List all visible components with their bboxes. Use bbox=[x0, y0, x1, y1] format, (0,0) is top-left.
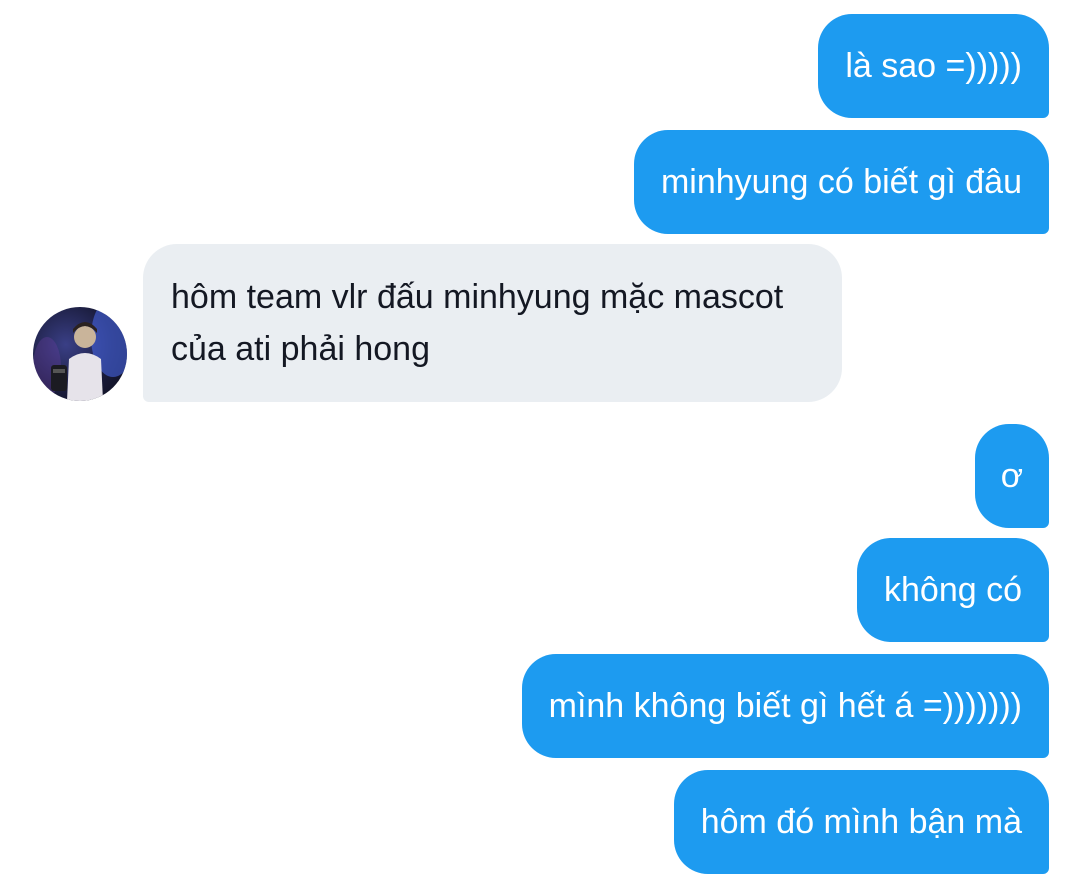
message-bubble-received[interactable]: hôm team vlr đấu minhyung mặc mascot của… bbox=[143, 244, 842, 402]
message-bubble-sent[interactable]: không có bbox=[857, 538, 1049, 642]
message-bubble-sent[interactable]: mình không biết gì hết á =))))))) bbox=[521, 654, 1049, 758]
message-bubble-sent[interactable]: hôm đó mình bận mà bbox=[673, 770, 1049, 874]
message-bubble-sent[interactable]: minhyung có biết gì đâu bbox=[633, 130, 1049, 234]
avatar[interactable] bbox=[33, 307, 127, 401]
avatar-photo-icon bbox=[33, 307, 127, 401]
message-bubble-sent[interactable]: là sao =))))) bbox=[818, 14, 1049, 118]
message-bubble-sent[interactable]: ơ bbox=[974, 424, 1049, 528]
